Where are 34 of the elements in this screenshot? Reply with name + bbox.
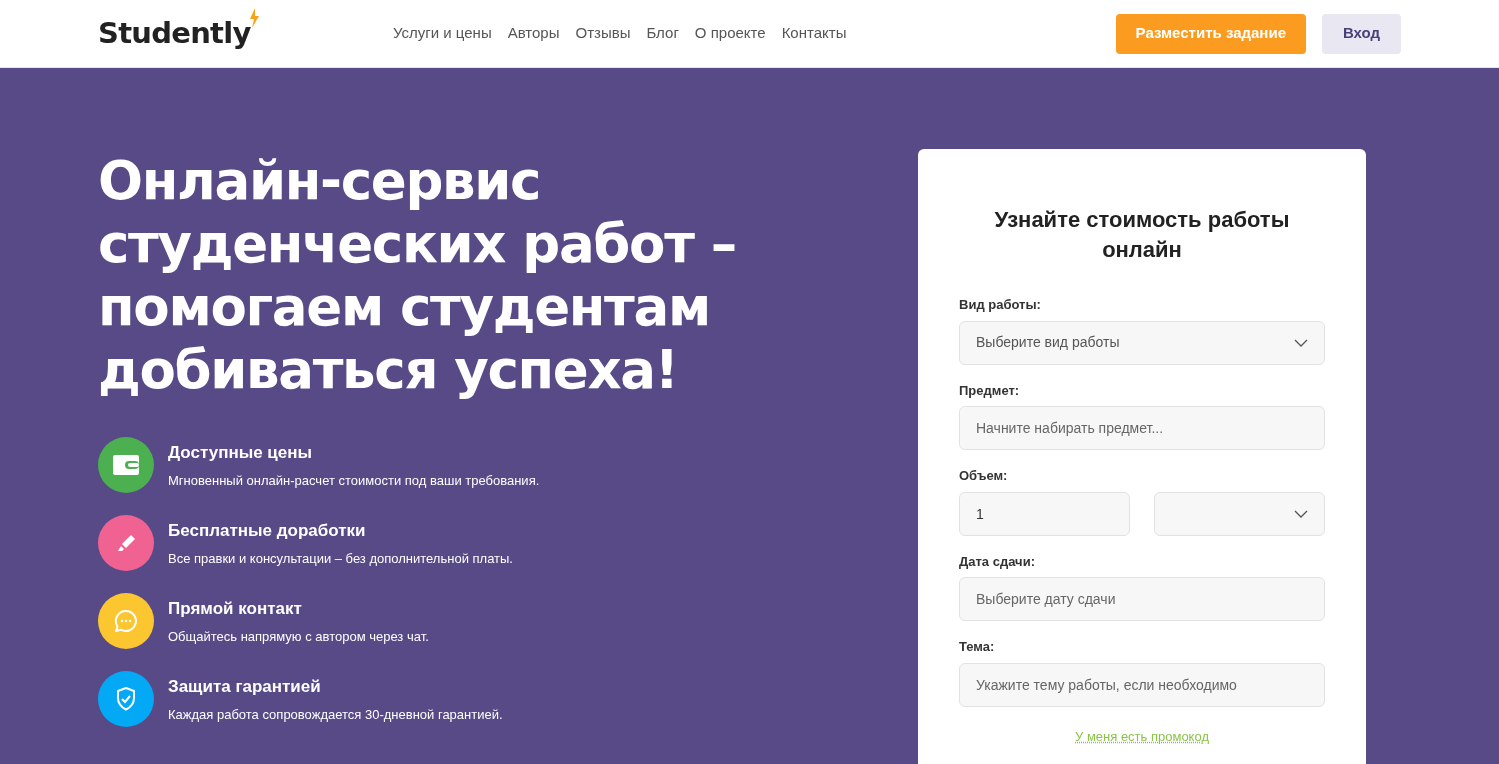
nav-link[interactable]: О проекте xyxy=(694,22,766,45)
logo[interactable]: Studently xyxy=(98,11,251,56)
field-label: Объем: xyxy=(959,467,1009,485)
work-type-select[interactable]: Выберите вид работы xyxy=(959,320,1325,365)
nav-link[interactable]: Отзывы xyxy=(575,22,631,45)
input-field[interactable]: Укажите тему работы, если необходимо xyxy=(959,662,1325,707)
chat-bubble-icon xyxy=(113,608,139,634)
feature-title: Прямой контакт xyxy=(168,597,303,620)
field-label: Вид работы: xyxy=(959,296,1042,314)
field-label: Предмет: xyxy=(959,381,1021,400)
nav-link[interactable]: Контакты xyxy=(781,22,847,45)
feature-description: Мгновенный онлайн-расчет стоимости под ваши требования. xyxy=(168,472,540,490)
unit-select[interactable] xyxy=(1154,491,1325,536)
form-title: Узнайте стоимость работы онлайн xyxy=(993,206,1291,264)
nav-link[interactable]: Блог xyxy=(646,22,679,45)
volume-input[interactable]: 1 xyxy=(959,491,1130,536)
shield-check-icon xyxy=(115,686,137,712)
field-label: Дата сдачи: xyxy=(959,552,1036,571)
feature-title: Бесплатные доработки xyxy=(168,519,367,542)
feature-description: Все правки и консультации – без дополнительной платы. xyxy=(168,550,513,568)
nav-link[interactable]: Авторы xyxy=(507,22,560,45)
hero-title: Онлайн-сервис студенческих работ – помогаем студентам добиваться успеха! xyxy=(98,149,737,401)
login-button[interactable]: Вход xyxy=(1322,13,1401,54)
input-field[interactable]: Начните набирать предмет... xyxy=(959,406,1325,450)
feature-title: Защита гарантией xyxy=(168,675,322,698)
chevron-down-icon xyxy=(1294,509,1308,518)
feature-description: Общайтесь напрямую с автором через чат. xyxy=(168,628,429,646)
feature-title: Доступные цены xyxy=(168,441,314,464)
chevron-down-icon xyxy=(1294,338,1308,347)
feature-description: Каждая работа сопровождается 30-дневной гарантией. xyxy=(168,706,503,724)
input-field[interactable]: Выберите дату сдачи xyxy=(959,577,1325,621)
field-label: Тема: xyxy=(959,638,996,656)
nav-link[interactable]: Услуги и цены xyxy=(393,22,492,45)
wallet-icon xyxy=(113,455,139,475)
